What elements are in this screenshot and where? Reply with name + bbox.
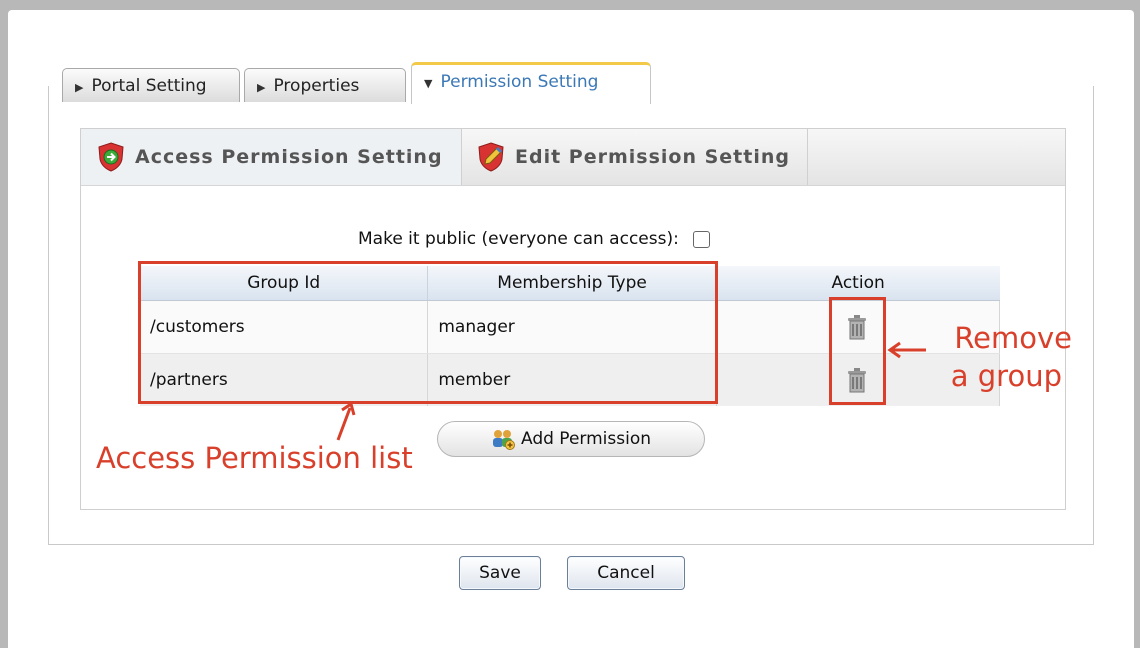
save-button[interactable]: Save	[459, 556, 541, 590]
tab-label: Properties	[273, 76, 360, 96]
caret-right-icon: ▶	[257, 81, 266, 94]
group-add-icon	[492, 430, 515, 450]
shield-pencil-icon	[478, 142, 504, 172]
caret-down-icon: ▼	[424, 77, 433, 90]
tab-portal-setting[interactable]: ▶ Portal Setting	[62, 68, 240, 102]
add-permission-label: Add Permission	[520, 429, 651, 449]
subtab-label: Edit Permission Setting	[515, 146, 790, 168]
tab-label: Permission Setting	[440, 72, 599, 92]
remove-group-annotation-line1: Remove	[954, 321, 1072, 355]
public-access-label: Make it public (everyone can access):	[358, 229, 679, 249]
cancel-button[interactable]: Cancel	[567, 556, 685, 590]
add-permission-button[interactable]: Add Permission	[437, 421, 705, 457]
subtab-label: Access Permission Setting	[135, 146, 443, 168]
public-access-row: Make it public (everyone can access):	[358, 229, 710, 249]
permission-subtab-bar: Access Permission Setting Edit Permissio…	[81, 129, 1065, 186]
column-header-action: Action	[716, 266, 1000, 301]
public-access-checkbox[interactable]	[692, 230, 710, 248]
cancel-label: Cancel	[597, 563, 655, 583]
caret-right-icon: ▶	[75, 81, 84, 94]
access-permission-list-annotation: Access Permission list	[96, 441, 413, 475]
action-highlight-box	[829, 297, 886, 405]
save-label: Save	[479, 563, 521, 583]
shield-arrow-icon	[98, 142, 124, 172]
tab-permission-setting[interactable]: ▼ Permission Setting	[411, 62, 651, 104]
subtab-access-permission[interactable]: Access Permission Setting	[81, 129, 462, 185]
access-list-highlight-box	[138, 261, 718, 404]
tab-label: Portal Setting	[91, 76, 207, 96]
subtab-edit-permission[interactable]: Edit Permission Setting	[461, 129, 808, 185]
remove-group-annotation-line2: a group	[950, 359, 1062, 393]
tab-properties[interactable]: ▶ Properties	[244, 68, 406, 102]
